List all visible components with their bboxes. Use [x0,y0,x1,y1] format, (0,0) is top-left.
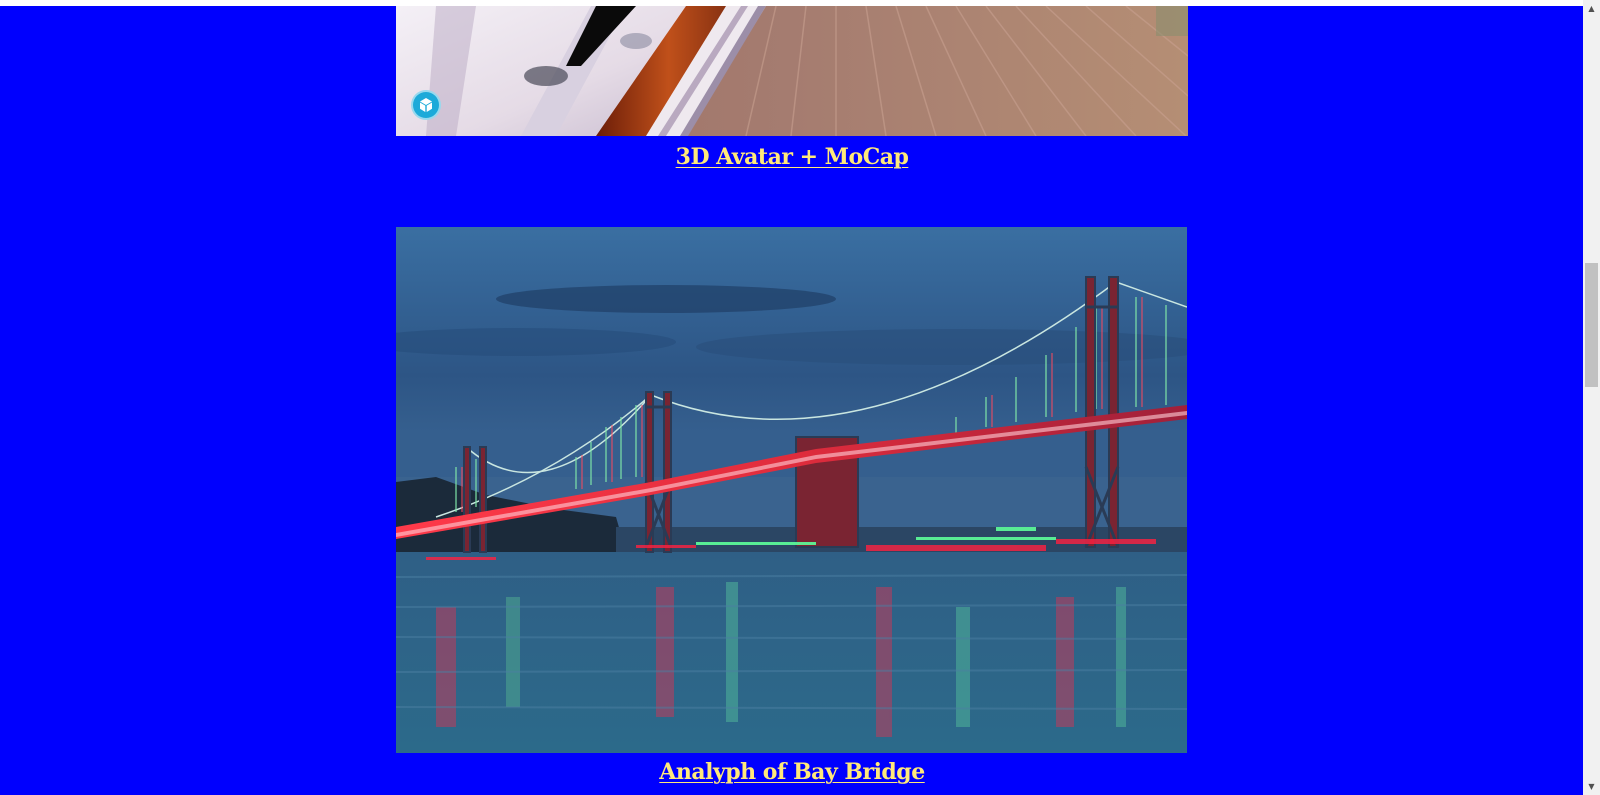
scroll-thumb[interactable] [1585,263,1598,387]
vertical-scrollbar[interactable]: ▲ ▼ [1583,0,1600,795]
caption-analyph-of-bay-bridge[interactable]: Analyph of Bay Bridge [396,759,1188,785]
scroll-down-arrow-icon[interactable]: ▼ [1583,778,1600,795]
sketchfab-cube-icon[interactable] [411,90,441,120]
3d-avatar-preview-image[interactable] [396,6,1188,136]
bay-bridge-graphic [396,227,1187,753]
scroll-up-arrow-icon[interactable]: ▲ [1583,0,1600,17]
caption-3d-avatar-mocap[interactable]: 3D Avatar + MoCap [396,144,1188,170]
deck-render-graphic [396,6,1188,136]
bay-bridge-anaglyph-image[interactable] [396,227,1187,753]
page-content: 3D Avatar + MoCap Analyph of Bay Bridge [0,6,1583,795]
